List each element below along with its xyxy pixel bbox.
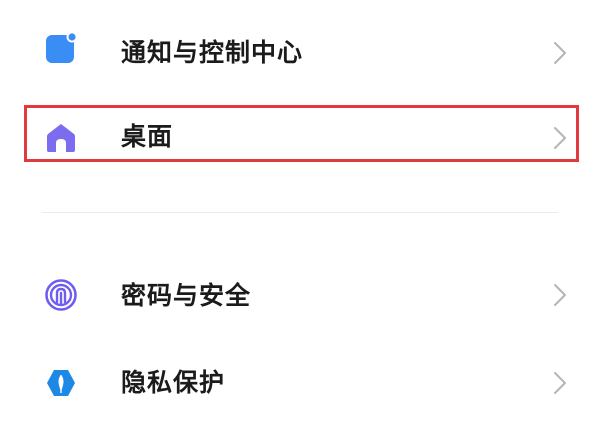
settings-list: 通知与控制中心 桌面 密码与安全 隐私保护 bbox=[0, 0, 600, 420]
settings-item-desktop[interactable]: 桌面 bbox=[0, 97, 600, 177]
privacy-shield-icon bbox=[44, 366, 78, 400]
chevron-right-icon bbox=[552, 125, 568, 151]
chevron-right-icon bbox=[552, 40, 568, 66]
settings-item-notification-control-center[interactable]: 通知与控制中心 bbox=[0, 7, 600, 87]
chevron-right-icon bbox=[552, 282, 568, 308]
chevron-right-icon bbox=[552, 370, 568, 396]
settings-item-privacy-protection[interactable]: 隐私保护 bbox=[0, 344, 600, 424]
settings-item-label: 隐私保护 bbox=[121, 368, 226, 397]
settings-item-label: 密码与安全 bbox=[121, 281, 252, 310]
settings-item-label: 桌面 bbox=[121, 122, 174, 151]
settings-item-label: 通知与控制中心 bbox=[121, 38, 304, 67]
section-divider bbox=[42, 212, 558, 213]
settings-item-password-security[interactable]: 密码与安全 bbox=[0, 256, 600, 336]
notification-icon bbox=[44, 31, 78, 65]
fingerprint-icon bbox=[44, 278, 78, 312]
home-icon bbox=[44, 121, 78, 155]
